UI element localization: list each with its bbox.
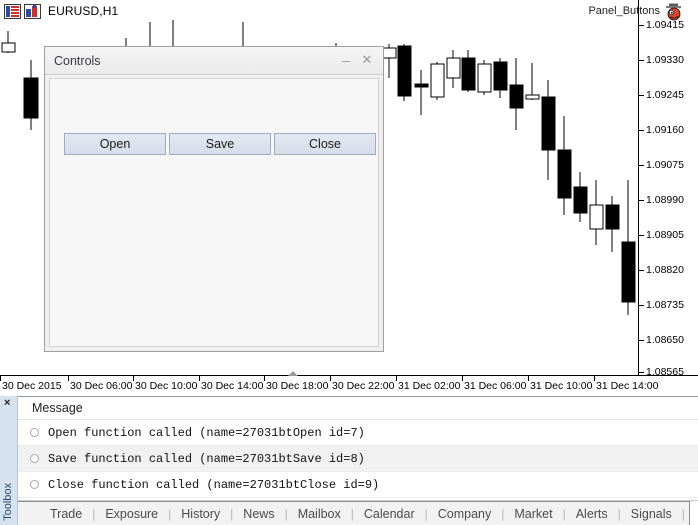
price-axis-label: 1.09330 bbox=[646, 54, 684, 66]
toolbox-close-icon[interactable]: × bbox=[4, 397, 10, 409]
time-axis-label: 30 Dec 2015 bbox=[2, 380, 62, 392]
price-axis-label: 1.08905 bbox=[646, 229, 684, 241]
price-axis-label: 1.09160 bbox=[646, 124, 684, 136]
tab-mailbox[interactable]: Mailbox bbox=[288, 507, 351, 521]
minimize-icon[interactable]: – bbox=[337, 51, 355, 76]
tab-history[interactable]: History bbox=[171, 507, 230, 521]
price-axis-label: 1.08650 bbox=[646, 334, 684, 346]
toolbox-rail-label: Toolbox bbox=[2, 483, 14, 521]
toolbox-rail: × Toolbox bbox=[0, 396, 18, 525]
metatrader-window: EURUSD,H1 Panel_Buttons bbox=[0, 0, 698, 525]
expert-advisor-icon[interactable] bbox=[664, 3, 684, 21]
price-axis-label: 1.09245 bbox=[646, 89, 684, 101]
dialog-title: Controls bbox=[54, 54, 101, 68]
tab-company[interactable]: Company bbox=[428, 507, 502, 521]
tab-alerts[interactable]: Alerts bbox=[566, 507, 618, 521]
time-axis-label: 30 Dec 10:00 bbox=[135, 380, 197, 392]
time-axis-label: 31 Dec 02:00 bbox=[398, 380, 460, 392]
chart-icon[interactable] bbox=[24, 4, 41, 19]
chart-symbol-label: EURUSD,H1 bbox=[48, 4, 118, 18]
dialog-client-area: Open Save Close bbox=[49, 78, 379, 347]
save-button[interactable]: Save bbox=[169, 133, 271, 155]
time-axis-label: 30 Dec 06:00 bbox=[70, 380, 132, 392]
price-axis-label: 1.08990 bbox=[646, 194, 684, 206]
tab-signals[interactable]: Signals bbox=[621, 507, 682, 521]
log-bullet-icon bbox=[30, 480, 39, 489]
tab-market[interactable]: Market bbox=[504, 507, 562, 521]
log-row-text: Save function called (name=27031btSave i… bbox=[48, 452, 365, 466]
price-axis-label: 1.09075 bbox=[646, 159, 684, 171]
price-axis-label: 1.08735 bbox=[646, 299, 684, 311]
log-row[interactable]: Close function called (name=27031btClose… bbox=[18, 472, 698, 498]
toolbox-panel: × Toolbox Message Open function called (… bbox=[0, 396, 698, 525]
log-row-text: Close function called (name=27031btClose… bbox=[48, 478, 379, 492]
time-axis-label: 30 Dec 14:00 bbox=[201, 380, 263, 392]
log-row-text: Open function called (name=27031btOpen i… bbox=[48, 426, 365, 440]
time-axis-label: 31 Dec 14:00 bbox=[596, 380, 658, 392]
tab-trade[interactable]: Trade bbox=[40, 507, 92, 521]
time-axis-label: 30 Dec 22:00 bbox=[332, 380, 394, 392]
close-icon[interactable]: ✕ bbox=[358, 51, 376, 69]
log-bullet-icon bbox=[30, 454, 39, 463]
price-axis[interactable]: 1.09415 1.09330 1.09245 1.09160 1.09075 … bbox=[638, 0, 698, 375]
expert-advisor-label: Panel_Buttons bbox=[588, 5, 660, 17]
time-axis-label: 31 Dec 10:00 bbox=[530, 380, 592, 392]
close-button[interactable]: Close bbox=[274, 133, 376, 155]
log-row[interactable]: Open function called (name=27031btOpen i… bbox=[18, 420, 698, 446]
tabbar-scroll-region[interactable] bbox=[689, 501, 698, 525]
time-axis[interactable]: 30 Dec 2015 30 Dec 06:00 30 Dec 10:00 30… bbox=[0, 375, 698, 396]
log-row[interactable]: Save function called (name=27031btSave i… bbox=[18, 446, 698, 472]
log-column-header[interactable]: Message bbox=[18, 397, 698, 420]
time-axis-marker bbox=[288, 371, 298, 376]
toolbox-tabbar: Trade | Exposure | History | News | Mail… bbox=[18, 501, 698, 525]
log-bullet-icon bbox=[30, 428, 39, 437]
chart-area[interactable]: EURUSD,H1 Panel_Buttons bbox=[0, 0, 698, 397]
tab-exposure[interactable]: Exposure bbox=[95, 507, 168, 521]
time-axis-label: 30 Dec 18:00 bbox=[266, 380, 328, 392]
dialog-titlebar[interactable]: Controls – ✕ bbox=[45, 47, 383, 75]
open-button[interactable]: Open bbox=[64, 133, 166, 155]
grid-icon[interactable] bbox=[4, 4, 21, 19]
time-axis-label: 31 Dec 06:00 bbox=[464, 380, 526, 392]
controls-dialog[interactable]: Controls – ✕ Open Save Close bbox=[44, 46, 384, 352]
tab-calendar[interactable]: Calendar bbox=[354, 507, 425, 521]
log-panel[interactable]: Message Open function called (name=27031… bbox=[18, 396, 698, 501]
price-axis-label: 1.08820 bbox=[646, 264, 684, 276]
tab-news[interactable]: News bbox=[233, 507, 284, 521]
